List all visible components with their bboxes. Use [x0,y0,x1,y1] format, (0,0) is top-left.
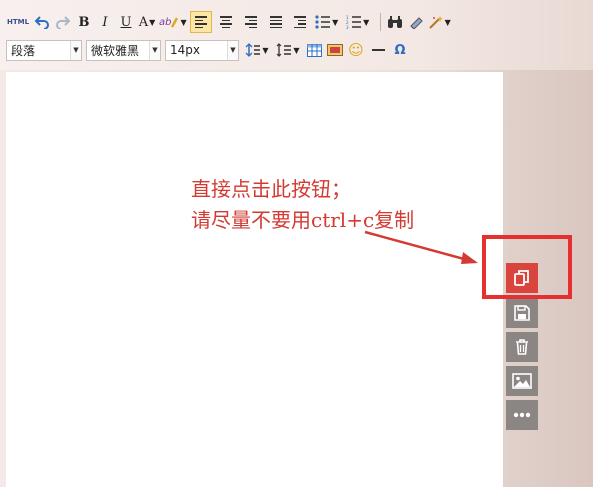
more-button[interactable] [506,400,538,430]
delete-button[interactable] [506,332,538,362]
save-icon [514,305,530,321]
save-button[interactable] [506,298,538,328]
more-icon [513,412,531,418]
image-icon [512,373,532,389]
trash-icon [516,339,528,355]
annotation-highlight-box [482,235,572,299]
insert-image-button[interactable] [506,366,538,396]
